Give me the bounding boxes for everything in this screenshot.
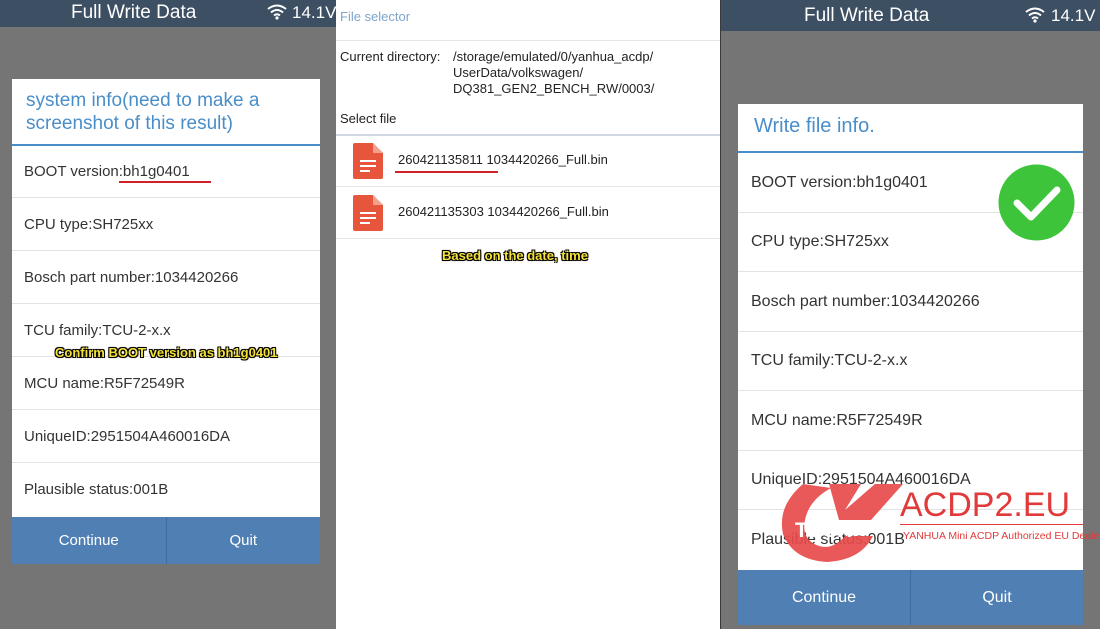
- status-title: Full Write Data: [804, 5, 930, 26]
- directory-path-line: DQ381_GEN2_BENCH_RW/0003/: [453, 81, 655, 96]
- select-file-label: Select file: [340, 111, 397, 126]
- info-row-uniqueid: UniqueID:2951504A460016DA: [12, 410, 320, 463]
- highlight-underline: [395, 171, 498, 173]
- system-info-dialog: system info(need to make a screenshot of…: [12, 79, 320, 564]
- video-caption: Based on the date, time: [442, 248, 588, 263]
- check-circle-icon: [998, 164, 1075, 241]
- file-name: 260421135811 1034420266_Full.bin: [398, 152, 608, 167]
- quit-button[interactable]: Quit: [910, 570, 1083, 625]
- watermark-brand: ACDP2.EU: [900, 486, 1071, 524]
- info-row-family: TCU family:TCU-2-x.x: [738, 332, 1083, 391]
- info-row-cpu: CPU type:SH725xx: [12, 198, 320, 251]
- continue-button[interactable]: Continue: [738, 570, 910, 625]
- info-row-boot: BOOT version:bh1g0401: [12, 146, 320, 198]
- status-title: Full Write Data: [71, 2, 197, 23]
- dialog-title: system info(need to make a screenshot of…: [12, 79, 320, 146]
- file-selector-title: File selector: [340, 9, 411, 24]
- directory-path: /storage/emulated/0/yanhua_acdp/ UserDat…: [453, 49, 703, 97]
- dialog-title: Write file info.: [738, 104, 1083, 153]
- info-row-mcu: MCU name:R5F72549R: [738, 391, 1083, 451]
- file-item[interactable]: 260421135811 1034420266_Full.bin: [336, 135, 721, 187]
- directory-path-line: UserData/volkswagen/: [453, 65, 584, 80]
- status-bar: Full Write Data 14.1V: [0, 0, 336, 27]
- directory-path-line: /storage/emulated/0/yanhua_acdp/: [453, 49, 654, 64]
- file-item[interactable]: 260421135303 1034420266_Full.bin: [336, 187, 721, 239]
- watermark-subtitle: YANHUA Mini ACDP Authorized EU Dealer: [903, 530, 1100, 542]
- info-row-plausible: Plausible status:001B: [24, 481, 169, 498]
- file-icon: [353, 143, 383, 179]
- wifi-icon: [267, 4, 287, 20]
- directory-label: Current directory:: [340, 49, 441, 64]
- video-caption: Confirm BOOT version as bh1g0401: [55, 345, 278, 360]
- quit-button[interactable]: Quit: [165, 517, 321, 564]
- file-name: 260421135303 1034420266_Full.bin: [398, 204, 609, 219]
- info-row-mcu: MCU name:R5F72549R: [12, 357, 320, 410]
- watermark-logo-text: TECH: [795, 519, 852, 542]
- info-row-part: Bosch part number:1034420266: [738, 272, 1083, 332]
- dialog-button-bar: Continue Quit: [12, 517, 320, 564]
- middle-screen: File selector Current directory: /storag…: [336, 0, 721, 629]
- continue-button[interactable]: Continue: [12, 517, 166, 564]
- highlight-underline: [119, 181, 211, 183]
- watermark-logo: TECH: [781, 484, 903, 562]
- file-icon: [353, 195, 383, 231]
- title-divider: [336, 40, 721, 41]
- dialog-button-bar: Continue Quit: [738, 570, 1083, 625]
- watermark-divider: [900, 524, 1084, 525]
- left-screen: Full Write Data 14.1V system info(need t…: [0, 0, 336, 629]
- wifi-icon: [1025, 7, 1045, 23]
- current-directory: Current directory: /storage/emulated/0/y…: [340, 49, 654, 96]
- voltage-readout: 14.1V: [292, 3, 336, 22]
- status-bar: Full Write Data 14.1V: [721, 0, 1100, 31]
- info-row-part: Bosch part number:1034420266: [12, 251, 320, 304]
- voltage-readout: 14.1V: [1051, 6, 1096, 25]
